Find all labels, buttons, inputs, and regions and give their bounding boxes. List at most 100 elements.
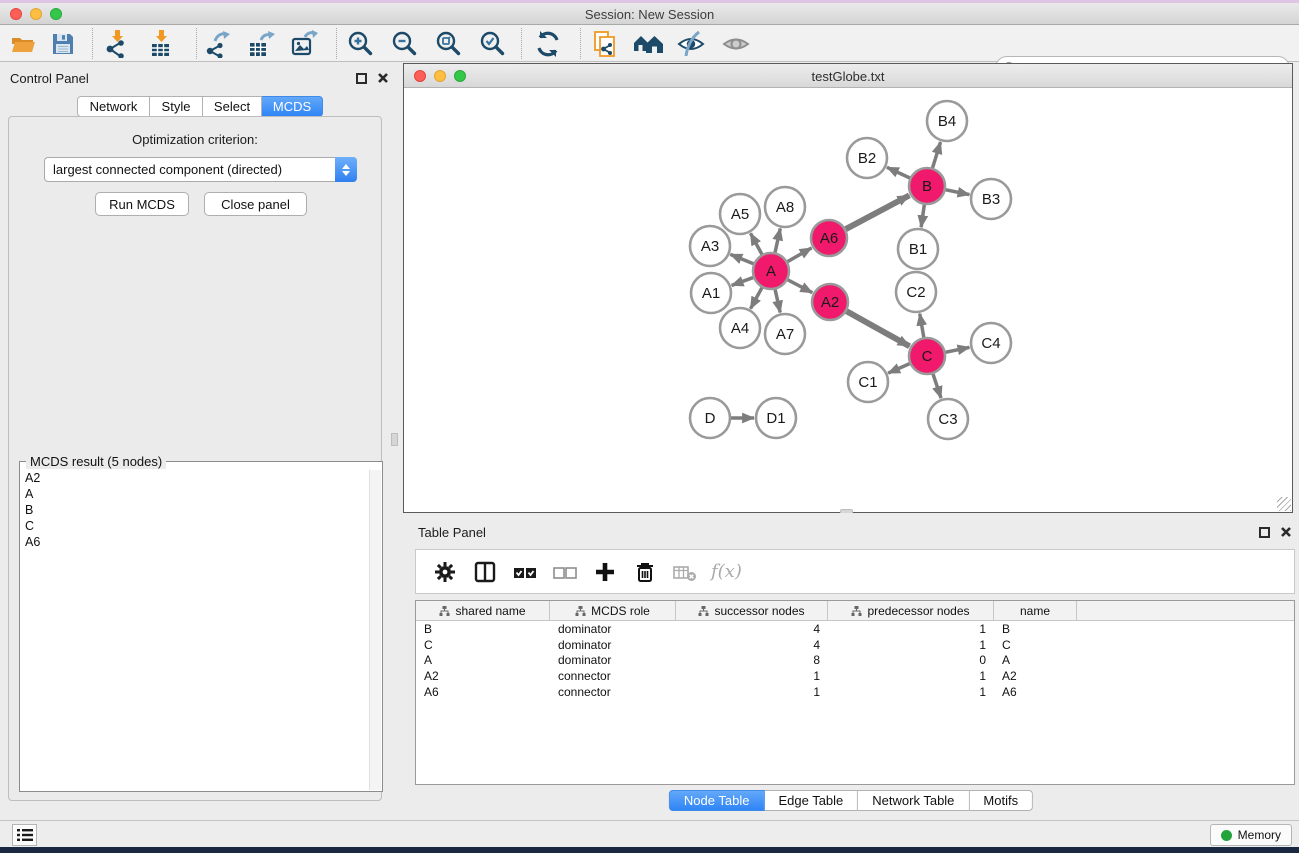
column-header-successor-nodes[interactable]: successor nodes — [676, 601, 828, 621]
tab-network[interactable]: Network — [77, 96, 150, 117]
node-label-A4: A4 — [731, 320, 749, 337]
result-item[interactable]: B — [22, 502, 368, 518]
network-window-titlebar[interactable]: testGlobe.txt — [404, 64, 1292, 88]
column-header-name[interactable]: name — [994, 601, 1077, 621]
unselect-all-columns-icon[interactable] — [551, 558, 579, 586]
tab-motifs[interactable]: Motifs — [969, 790, 1033, 811]
import-table-icon[interactable] — [146, 29, 176, 59]
save-session-icon[interactable] — [48, 29, 78, 59]
table-row[interactable]: A2connector11A2 — [416, 668, 1294, 684]
edge-C-C2[interactable] — [920, 314, 924, 339]
column-header-predecessor-nodes[interactable]: predecessor nodes — [828, 601, 994, 621]
table-row[interactable]: A6connector11A6 — [416, 684, 1294, 700]
table-float-icon[interactable] — [1259, 527, 1270, 538]
column-header-MCDS-role[interactable]: MCDS role — [550, 601, 676, 621]
edge-A-A7[interactable] — [775, 289, 780, 313]
tab-mcds[interactable]: MCDS — [262, 96, 323, 117]
panel-divider-grip[interactable] — [391, 433, 398, 446]
edge-A-A5[interactable] — [751, 233, 763, 255]
open-session-icon[interactable] — [8, 29, 38, 59]
column-header-shared-name[interactable]: shared name — [416, 601, 550, 621]
function-builder-icon: f(x) — [711, 561, 742, 582]
home-icon[interactable] — [633, 29, 663, 59]
edge-B-B1[interactable] — [921, 204, 924, 227]
new-network-icon[interactable] — [591, 29, 621, 59]
edge-C-C3[interactable] — [933, 373, 941, 398]
tab-select[interactable]: Select — [203, 96, 262, 117]
edge-C-C4[interactable] — [945, 347, 970, 352]
memory-button[interactable]: Memory — [1210, 824, 1292, 846]
tab-node-table[interactable]: Node Table — [669, 790, 765, 811]
zoom-out-icon[interactable] — [390, 29, 420, 59]
edge-A6-B[interactable] — [845, 195, 909, 229]
edge-A-A3[interactable] — [730, 254, 754, 264]
zoom-fit-icon[interactable] — [434, 29, 464, 59]
mcds-result-box: MCDS result (5 nodes) A2ABCA6 — [19, 461, 383, 792]
table-cell: A6 — [416, 685, 550, 699]
network-canvas[interactable]: B4B2BB3A5A8A6B1A3AA1C2A2A4A7CC4C1C3DD1 — [404, 88, 1292, 512]
window-resize-grip[interactable] — [1277, 497, 1291, 511]
apply-layout-icon[interactable] — [533, 29, 563, 59]
table-panel-tabs: Node TableEdge TableNetwork TableMotifs — [669, 790, 1033, 811]
export-table-icon[interactable] — [246, 29, 276, 59]
edge-A-A1[interactable] — [732, 277, 754, 285]
result-item[interactable]: A6 — [22, 534, 368, 550]
zoom-in-icon[interactable] — [346, 29, 376, 59]
table-cell: A6 — [994, 685, 1077, 699]
create-column-icon[interactable] — [591, 558, 619, 586]
table-row[interactable]: Cdominator41C — [416, 637, 1294, 653]
edge-B-B3[interactable] — [945, 190, 970, 195]
node-table[interactable]: shared nameMCDS rolesuccessor nodesprede… — [415, 600, 1295, 785]
edge-B-B4[interactable] — [932, 142, 940, 169]
result-item[interactable]: A2 — [22, 470, 368, 486]
column-type-icon — [575, 606, 586, 616]
tab-network-table[interactable]: Network Table — [858, 790, 969, 811]
mcds-result-list[interactable]: A2ABCA6 — [22, 470, 368, 789]
delete-column-icon[interactable] — [631, 558, 659, 586]
main-titlebar: Session: New Session — [0, 3, 1299, 25]
table-toolbar: f(x) — [415, 549, 1295, 594]
edge-A-A2[interactable] — [787, 279, 812, 292]
node-table-header[interactable]: shared nameMCDS rolesuccessor nodesprede… — [416, 601, 1294, 621]
tab-edge-table[interactable]: Edge Table — [764, 790, 858, 811]
edge-A2-C[interactable] — [846, 311, 910, 347]
status-bar: Memory — [0, 820, 1299, 847]
export-network-icon[interactable] — [203, 29, 233, 59]
table-cell: A — [416, 653, 550, 667]
edge-A-A4[interactable] — [751, 287, 763, 309]
edge-A-A6[interactable] — [787, 248, 812, 262]
close-panel-button[interactable]: Close panel — [204, 192, 307, 216]
result-scrollbar[interactable] — [369, 470, 381, 790]
task-history-button[interactable] — [12, 824, 37, 846]
node-label-B3: B3 — [982, 191, 1000, 208]
node-label-A1: A1 — [702, 285, 720, 302]
table-cell: dominator — [550, 622, 676, 636]
table-close-icon[interactable] — [1279, 525, 1293, 539]
select-all-columns-icon[interactable] — [511, 558, 539, 586]
table-row[interactable]: Adominator80A — [416, 652, 1294, 668]
run-mcds-button[interactable]: Run MCDS — [95, 192, 189, 216]
table-cell: dominator — [550, 638, 676, 652]
table-cell: connector — [550, 685, 676, 699]
zoom-selected-icon[interactable] — [478, 29, 508, 59]
result-item[interactable]: C — [22, 518, 368, 534]
node-label-A6: A6 — [820, 230, 838, 247]
edge-A-A8[interactable] — [775, 228, 780, 253]
hide-graphics-icon[interactable] — [676, 29, 706, 59]
show-columns-icon[interactable] — [471, 558, 499, 586]
result-item[interactable]: A — [22, 486, 368, 502]
show-graphics-icon[interactable] — [721, 29, 751, 59]
export-image-icon[interactable] — [289, 29, 319, 59]
float-panel-icon[interactable] — [356, 73, 367, 84]
criterion-dropdown[interactable]: largest connected component (directed) — [44, 157, 357, 182]
table-settings-gear-icon[interactable] — [431, 558, 459, 586]
table-panel: Table Panel f(x) — [403, 513, 1299, 820]
tab-style[interactable]: Style — [150, 96, 203, 117]
table-cell: A2 — [416, 669, 550, 683]
table-row[interactable]: Bdominator41B — [416, 621, 1294, 637]
import-network-icon[interactable] — [102, 29, 132, 59]
edge-B-B2[interactable] — [887, 167, 911, 178]
close-panel-icon[interactable] — [376, 71, 390, 85]
edge-C-C1[interactable] — [888, 363, 910, 373]
control-panel-title: Control Panel — [10, 71, 89, 86]
